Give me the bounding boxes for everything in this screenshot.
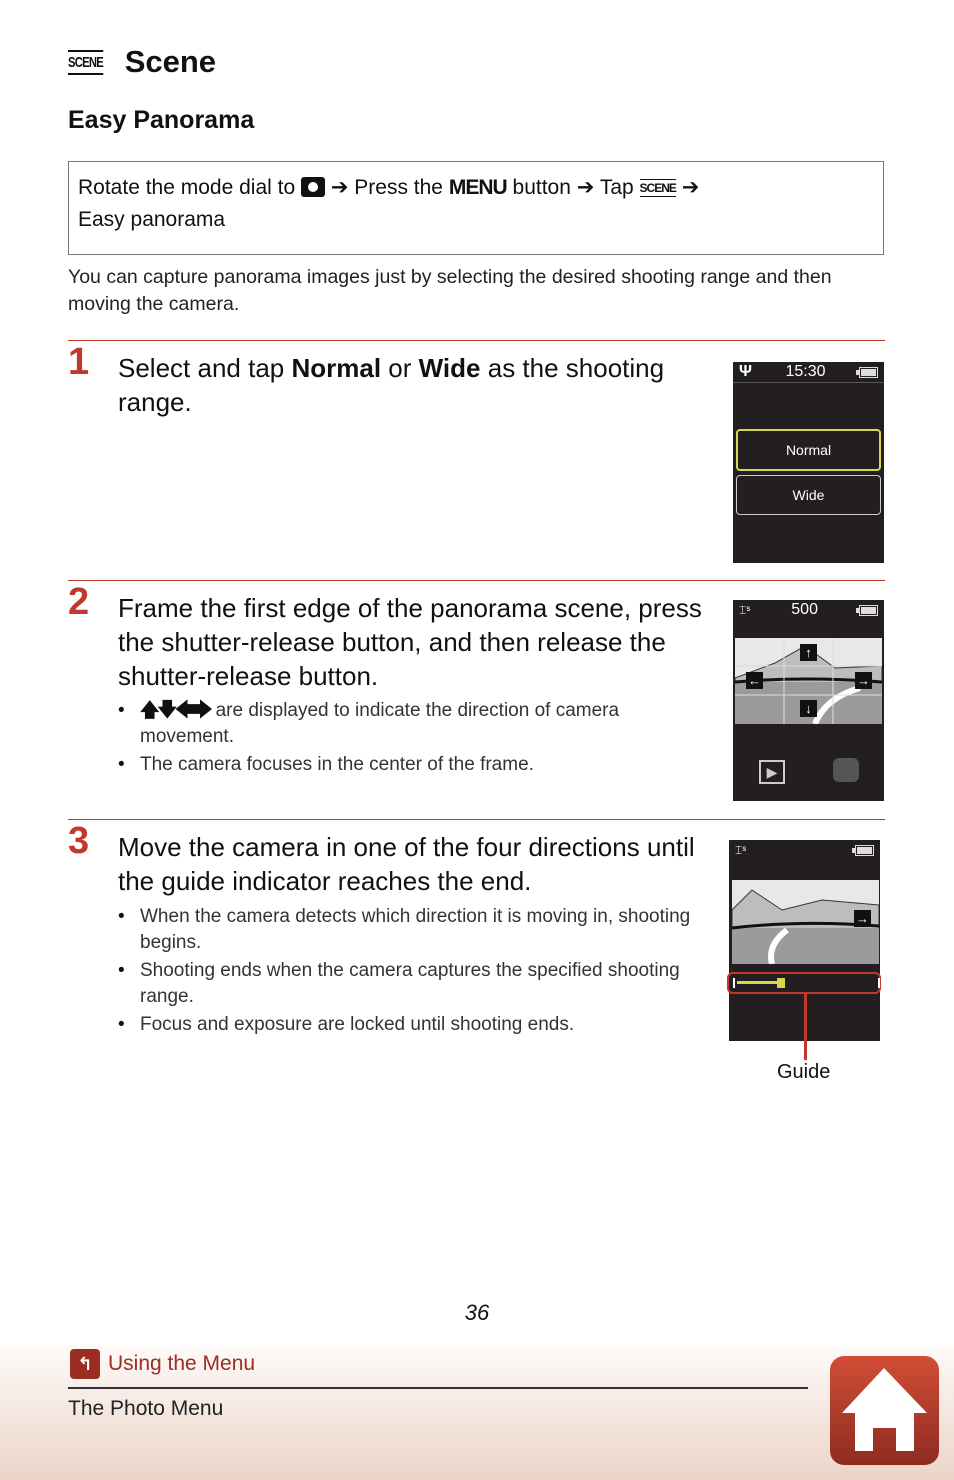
step-text-part: Select and tap [118,353,292,383]
bullet-text: are displayed to indicate the direction … [140,700,620,747]
playback-icon[interactable]: ▶ [759,760,785,784]
step-3-bullets: When the camera detects which direction … [118,904,698,1040]
step-divider [68,819,885,820]
easy-panorama-mode-icon: ⌶ˢ [735,842,747,857]
guide-callout-label: Guide [777,1061,831,1083]
page-title-text: Scene [124,44,217,79]
normal-term: Normal [291,353,382,383]
direction-arrows-icon: 🡅🡇🡄🡆 [140,700,212,721]
path-text: Tap [599,176,634,199]
scene-icon: SCENE [639,179,677,197]
guide-indicator-track [733,978,880,988]
arrow-icon: ➔ [330,176,349,199]
status-bar: Ψ 15:30 [733,362,884,383]
auto-mode-camera-icon [300,177,325,197]
step-divider [68,580,885,581]
step-number: 1 [68,341,90,383]
bullet-item: Focus and exposure are locked until shoo… [118,1012,698,1038]
step-3-text: Move the camera in one of the four direc… [118,832,695,896]
arrow-icon: ➔ [576,176,595,199]
camera-switch-icon[interactable] [833,758,859,782]
shots-remaining: 500 [791,601,818,618]
status-bar: ⌶ˢ [729,840,880,860]
menu-button-icon: MENU [448,176,508,199]
battery-icon [855,604,878,616]
step-1-text: Select and tap Normal or Wide as the sho… [118,351,708,419]
guide-callout-line [804,994,807,1060]
bullet-item: The camera focuses in the center of the … [118,752,698,778]
status-bar: ⌶ˢ 500 [733,600,884,620]
live-view-landscape: ↑ ← → ↓ [735,638,882,724]
arrow-left-icon: ← [746,672,763,689]
bullet-item: 🡅🡇🡄🡆 are displayed to indicate the direc… [118,698,698,750]
page-number: 36 [464,1300,490,1325]
camera-screen-panorama-start: ⌶ˢ 500 ↑ ← → ↓ ▶ [733,600,884,801]
scene-mode-icon: SCENE [68,49,104,75]
bullet-item: When the camera detects which direction … [118,904,698,956]
step-number: 3 [68,820,90,862]
step-divider [68,340,885,341]
section-name: The Photo Menu [68,1397,224,1420]
clock-time: 15:30 [785,363,826,380]
normal-option-button[interactable]: Normal [736,429,881,471]
bullet-item: Shooting ends when the camera captures t… [118,958,698,1010]
home-icon [842,1368,927,1451]
section-heading: Easy Panorama [68,106,255,134]
camera-screen-range-select: Ψ 15:30 Normal Wide [733,362,884,563]
back-link-label: Using the Menu [108,1352,256,1375]
wrench-icon: Ψ [739,363,752,380]
menu-path-box: Rotate the mode dial to ➔ Press the MENU… [68,161,884,255]
step-text-part: or [381,353,419,383]
back-link[interactable]: ↰ Using the Menu [70,1349,255,1379]
home-button[interactable] [830,1356,939,1465]
arrow-up-icon: ↑ [800,644,817,661]
step-2-text: Frame the first edge of the panorama sce… [118,593,702,691]
wide-option-button[interactable]: Wide [736,475,881,515]
guide-thumb [776,978,785,988]
wide-term: Wide [418,353,481,383]
arrow-down-icon: ↓ [800,700,817,717]
footer-divider [68,1387,808,1389]
path-text: Rotate the mode dial to [78,176,296,199]
live-view-landscape: → [732,880,879,964]
arrow-right-icon: → [854,910,871,927]
intro-paragraph: You can capture panorama images just by … [68,266,832,315]
battery-icon [856,366,878,378]
page-title: SCENE Scene [68,44,216,80]
arrow-right-icon: → [855,672,872,689]
battery-icon [852,844,874,856]
easy-panorama-mode-icon: ⌶ˢ [739,602,751,617]
back-arrow-icon: ↰ [70,1349,100,1379]
path-text: Easy panorama [78,208,226,231]
step-number: 2 [68,581,90,623]
path-text: Press the [354,176,443,199]
guide-progress-fill [737,981,779,984]
step-2-bullets: 🡅🡇🡄🡆 are displayed to indicate the direc… [118,698,698,780]
path-text: button [512,176,571,199]
arrow-icon: ➔ [681,176,700,199]
